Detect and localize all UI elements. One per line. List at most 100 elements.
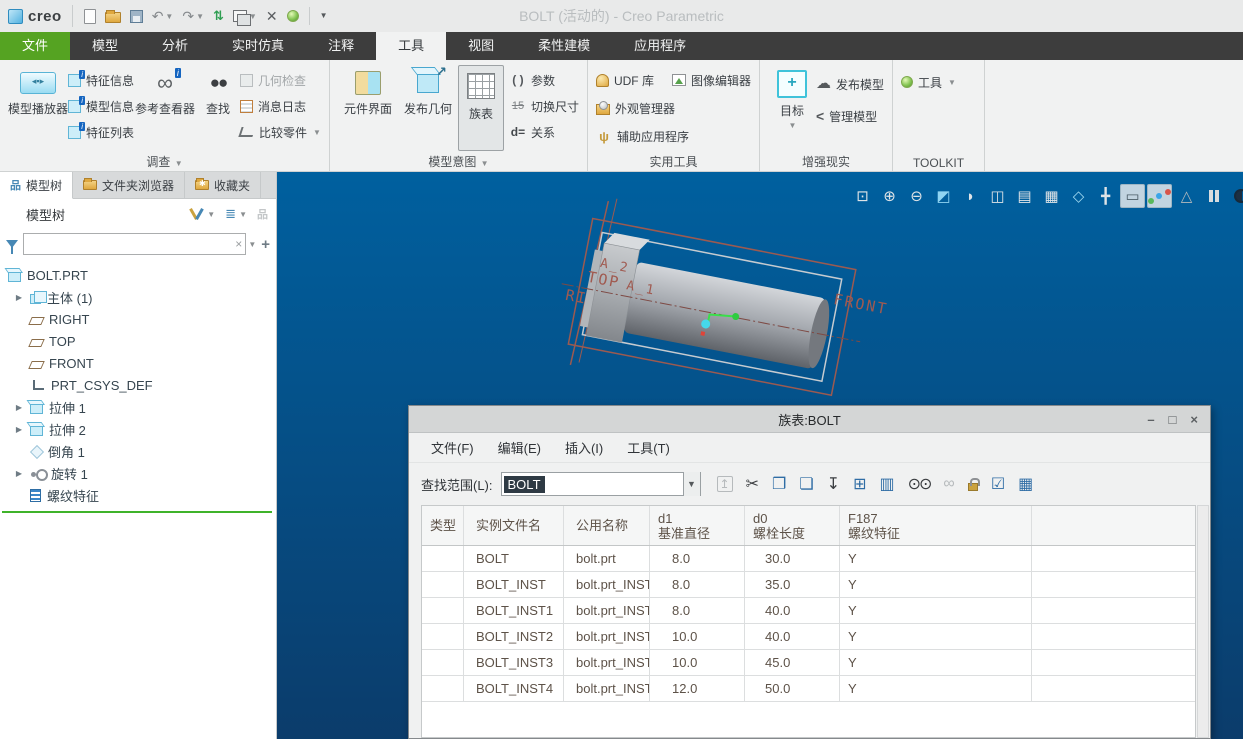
cell-type[interactable] [422,676,464,701]
tree-item[interactable]: 螺纹特征 [0,484,276,506]
tab-应用程序[interactable]: 应用程序 [612,32,708,60]
menu-I[interactable]: 插入(I) [555,435,613,460]
filter-dropdown-icon[interactable]: ▼ [248,240,256,249]
tree-settings-button[interactable]: ≣▼ [225,206,247,222]
tab-模型[interactable]: 模型 [70,32,140,60]
table-scrollbar[interactable] [1197,505,1209,738]
tree-item[interactable]: 倒角 1 [0,440,276,462]
dialog-titlebar[interactable]: 族表:BOLT –□× [409,406,1210,433]
tab-实时仿真[interactable]: 实时仿真 [210,32,306,60]
find-instance-icon[interactable]: ⊙⊙ [908,474,931,494]
cell-f187[interactable]: Y [840,572,1032,597]
cell-d1[interactable]: 8.0 [650,546,745,571]
navigator-tab-folder[interactable]: 文件夹浏览器 [73,172,185,198]
cell-instance[interactable]: BOLT_INST4 [464,676,564,701]
undo-button[interactable]: ↶▼ [149,7,177,25]
expand-arrow-icon[interactable]: ▶ [14,293,24,302]
cell-f187[interactable]: Y [840,598,1032,623]
reference-viewer-button[interactable]: ∞ 参考查看器 [134,65,196,116]
compare-parts-button[interactable]: 比较零件▼ [240,121,321,143]
cell-type[interactable] [422,650,464,675]
feature-info-button[interactable]: 特征信息 [68,69,134,91]
save-button[interactable] [127,8,146,25]
combobox-dropdown-icon[interactable]: ▼ [683,472,700,496]
column-header[interactable]: d1基准直径 [650,506,745,545]
group-label-model-intent[interactable]: 模型意图 ▼ [330,153,587,170]
graphics-viewport[interactable]: RIGHT A_2 TOP A_1 FRONT ⊡⊕⊖ [277,172,1243,739]
instance-table-icon[interactable]: ▦ [1018,474,1033,494]
cell-d0[interactable]: 45.0 [745,650,840,675]
publish-model-button[interactable]: ☁发布模型 [816,73,884,95]
cell-instance[interactable]: BOLT_INST [464,572,564,597]
menu-F[interactable]: 文件(F) [421,435,484,460]
verify-instances-icon[interactable]: ☑ [991,474,1005,494]
aux-applications-button[interactable]: ψ辅助应用程序 [596,125,751,147]
cell-f187[interactable]: Y [840,624,1032,649]
cell-common[interactable]: bolt.prt_INST2 [564,624,650,649]
expand-arrow-icon[interactable]: ▶ [14,403,24,412]
family-table-button[interactable]: 族表 [458,65,504,151]
udf-library-button[interactable]: UDF 库 [596,69,654,91]
regenerate-button[interactable]: ⇅ [210,6,227,26]
spin-center-icon[interactable] [1147,184,1172,208]
insert-instance-icon[interactable]: ↧ [827,474,840,494]
menu-E[interactable]: 编辑(E) [488,435,551,460]
new-file-button[interactable] [81,7,99,26]
redo-button[interactable]: ↷▼ [179,7,207,25]
appearance-manager-button[interactable]: 外观管理器 [596,97,751,119]
manage-model-button[interactable]: <管理模型 [816,105,884,127]
tree-item[interactable]: RIGHT [0,308,276,330]
tab-视图[interactable]: 视图 [446,32,516,60]
filter-add-button[interactable]: + [261,236,270,253]
maximize-button[interactable]: □ [1169,406,1177,433]
tab-注释[interactable]: 注释 [306,32,376,60]
window-switch-button[interactable]: ▼ [230,8,260,24]
perspective-icon[interactable]: ◇ [1066,184,1091,208]
cut-icon[interactable]: ✂ [746,474,759,494]
navigator-tab-favorites[interactable]: 收藏夹 [185,172,261,198]
cell-d1[interactable]: 8.0 [650,598,745,623]
model-player-button[interactable]: 模型播放器 [8,65,68,116]
switch-dimensions-button[interactable]: 15切换尺寸 [510,95,579,117]
cell-d0[interactable]: 40.0 [745,598,840,623]
table-row[interactable]: BOLT_INST3bolt.prt_INST310.045.0Y [422,650,1195,676]
cell-d0[interactable]: 40.0 [745,624,840,649]
table-row[interactable]: BOLTbolt.prt8.030.0Y [422,546,1195,572]
close-window-button[interactable]: ✕ [263,7,281,25]
tab-柔性建模[interactable]: 柔性建模 [516,32,612,60]
dragger-icon[interactable]: △ [1174,184,1199,208]
cell-instance[interactable]: BOLT_INST3 [464,650,564,675]
menu-T[interactable]: 工具(T) [617,435,680,460]
table-row[interactable]: BOLT_INSTbolt.prt_INST8.035.0Y [422,572,1195,598]
close-button[interactable]: × [1190,406,1198,433]
lock-unlock-icon[interactable] [968,478,978,491]
image-editor-button[interactable]: 图像编辑器 [672,69,751,91]
insert-column-icon[interactable]: ⊞ [853,474,866,494]
cell-f187[interactable]: Y [840,650,1032,675]
zoom-in-icon[interactable]: ⊕ [877,184,902,208]
column-header[interactable]: F187螺纹特征 [840,506,1032,545]
tree-item[interactable]: TOP [0,330,276,352]
datum-display-icon[interactable]: ╋ [1093,184,1118,208]
cell-d1[interactable]: 8.0 [650,572,745,597]
clipping-icon[interactable] [1228,184,1243,208]
qat-expand-button[interactable]: ▼ [317,7,331,25]
zoom-out-icon[interactable]: ⊖ [904,184,929,208]
column-header[interactable] [1032,506,1195,545]
zoom-to-fit-icon[interactable]: ⊡ [850,184,875,208]
tab-分析[interactable]: 分析 [140,32,210,60]
message-log-button[interactable]: 消息日志 [240,95,321,117]
cell-d1[interactable]: 12.0 [650,676,745,701]
column-header[interactable]: d0螺栓长度 [745,506,840,545]
cell-empty[interactable] [1032,624,1195,649]
cell-common[interactable]: bolt.prt_INST [564,572,650,597]
minimize-button[interactable]: – [1147,406,1154,433]
insert-here-indicator[interactable] [2,511,272,513]
cell-type[interactable] [422,572,464,597]
status-sphere-button[interactable] [284,8,302,24]
table-row[interactable]: BOLT_INST2bolt.prt_INST210.040.0Y [422,624,1195,650]
cell-empty[interactable] [1032,676,1195,701]
geometry-check-button[interactable]: 几何检查 [240,69,321,91]
tree-filter-input[interactable] [23,233,246,255]
cell-d0[interactable]: 30.0 [745,546,840,571]
